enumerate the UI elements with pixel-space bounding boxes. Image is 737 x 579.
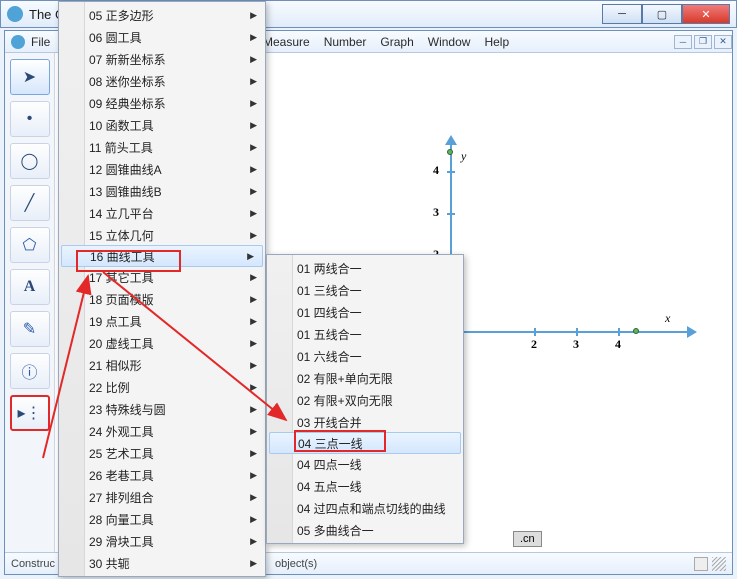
menu2-item-4[interactable]: 01 六线合一 — [267, 345, 463, 367]
badge-cn: .cn — [513, 531, 542, 547]
x-axis-arrow — [687, 326, 697, 338]
maximize-button[interactable]: ▢ — [642, 4, 682, 24]
menu-measure[interactable]: Measure — [263, 35, 310, 49]
point-right[interactable] — [633, 328, 639, 334]
tool-marker[interactable]: ✎ — [10, 311, 50, 347]
menu1-item-3[interactable]: 08 迷你坐标系▶ — [59, 70, 265, 92]
menu1-item-23[interactable]: 28 向量工具▶ — [59, 508, 265, 530]
point-top[interactable] — [447, 149, 453, 155]
menu1-item-25[interactable]: 30 共轭▶ — [59, 552, 265, 574]
menu1-item-20[interactable]: 25 艺术工具▶ — [59, 442, 265, 464]
menu2-item-9[interactable]: 04 四点一线 — [267, 453, 463, 475]
mdi-close[interactable]: ✕ — [714, 35, 732, 49]
menu2-item-6[interactable]: 02 有限+双向无限 — [267, 389, 463, 411]
tool-custom[interactable]: ▸⋮ — [10, 395, 50, 431]
menu-window[interactable]: Window — [428, 35, 471, 49]
tool-circle[interactable]: ◯ — [10, 143, 50, 179]
y-axis-arrow — [445, 135, 457, 145]
mdi-restore[interactable]: ❐ — [694, 35, 712, 49]
close-button[interactable]: ✕ — [682, 4, 730, 24]
menu1-item-16[interactable]: 21 相似形▶ — [59, 354, 265, 376]
resize-grip[interactable] — [712, 557, 726, 571]
menu2-item-1[interactable]: 01 三线合一 — [267, 279, 463, 301]
menu2-item-5[interactable]: 02 有限+单向无限 — [267, 367, 463, 389]
menu1-item-24[interactable]: 29 滑块工具▶ — [59, 530, 265, 552]
menu-graph[interactable]: Graph — [380, 35, 413, 49]
menu1-item-2[interactable]: 07 新新坐标系▶ — [59, 48, 265, 70]
menu2-item-8[interactable]: 04 三点一线 — [269, 432, 461, 454]
menu1-item-15[interactable]: 20 虚线工具▶ — [59, 332, 265, 354]
doc-icon — [11, 35, 25, 49]
xlabel: x — [665, 311, 670, 326]
menu2-item-12[interactable]: 05 多曲线合一 — [267, 519, 463, 541]
menu1-item-21[interactable]: 26 老巷工具▶ — [59, 464, 265, 486]
menu1-item-4[interactable]: 09 经典坐标系▶ — [59, 92, 265, 114]
menu2-item-7[interactable]: 03 开线合并 — [267, 411, 463, 433]
tool-line[interactable]: ╱ — [10, 185, 50, 221]
menu1-item-9[interactable]: 14 立几平台▶ — [59, 202, 265, 224]
submenu-curve-tools[interactable]: 01 两线合一01 三线合一01 四线合一01 五线合一01 六线合一02 有限… — [266, 254, 464, 544]
tool-text[interactable]: A — [10, 269, 50, 305]
menu1-item-19[interactable]: 24 外观工具▶ — [59, 420, 265, 442]
ytick-3: 3 — [433, 205, 439, 220]
tool-info[interactable]: ⓘ — [10, 353, 50, 389]
mdi-minimize[interactable]: ─ — [674, 35, 692, 49]
menu1-item-10[interactable]: 15 立体几何▶ — [59, 224, 265, 246]
menu1-item-22[interactable]: 27 排列组合▶ — [59, 486, 265, 508]
submenu-tools[interactable]: 05 正多边形▶06 圆工具▶07 新新坐标系▶08 迷你坐标系▶09 经典坐标… — [58, 1, 266, 577]
tool-polygon[interactable]: ⬠ — [10, 227, 50, 263]
menu2-item-10[interactable]: 04 五点一线 — [267, 475, 463, 497]
xtick-2: 2 — [531, 337, 537, 352]
minimize-button[interactable]: ─ — [602, 4, 642, 24]
toolbar: ➤ • ◯ ╱ ⬠ A ✎ ⓘ ▸⋮ — [5, 53, 55, 552]
status-icon — [694, 557, 708, 571]
menu1-item-13[interactable]: 18 页面模版▶ — [59, 288, 265, 310]
menu1-item-6[interactable]: 11 箭头工具▶ — [59, 136, 265, 158]
menu1-item-14[interactable]: 19 点工具▶ — [59, 310, 265, 332]
ylabel: y — [461, 149, 466, 164]
xtick-4: 4 — [615, 337, 621, 352]
xtick-3: 3 — [573, 337, 579, 352]
menu1-item-5[interactable]: 10 函数工具▶ — [59, 114, 265, 136]
menu1-item-0[interactable]: 05 正多边形▶ — [59, 4, 265, 26]
menu1-item-18[interactable]: 23 特殊线与圆▶ — [59, 398, 265, 420]
menu-help[interactable]: Help — [484, 35, 509, 49]
menu2-item-3[interactable]: 01 五线合一 — [267, 323, 463, 345]
ytick-4: 4 — [433, 163, 439, 178]
tool-arrow[interactable]: ➤ — [10, 59, 50, 95]
status-left: Construc — [11, 558, 55, 570]
menu2-item-11[interactable]: 04 过四点和端点切线的曲线 — [267, 497, 463, 519]
menu1-item-7[interactable]: 12 圆锥曲线A▶ — [59, 158, 265, 180]
menu1-item-1[interactable]: 06 圆工具▶ — [59, 26, 265, 48]
app-icon — [7, 6, 23, 22]
menu1-item-8[interactable]: 13 圆锥曲线B▶ — [59, 180, 265, 202]
tool-point[interactable]: • — [10, 101, 50, 137]
menu1-item-11[interactable]: 16 曲线工具▶ — [61, 245, 263, 267]
x-axis — [450, 331, 690, 333]
status-mid: object(s) — [275, 558, 317, 570]
menu2-item-0[interactable]: 01 两线合一 — [267, 257, 463, 279]
menu-number[interactable]: Number — [324, 35, 367, 49]
window-buttons: ─ ▢ ✕ — [602, 4, 730, 24]
menu1-item-12[interactable]: 17 其它工具▶ — [59, 266, 265, 288]
menu-file[interactable]: File — [31, 35, 50, 49]
menu2-item-2[interactable]: 01 四线合一 — [267, 301, 463, 323]
menu1-item-17[interactable]: 22 比例▶ — [59, 376, 265, 398]
